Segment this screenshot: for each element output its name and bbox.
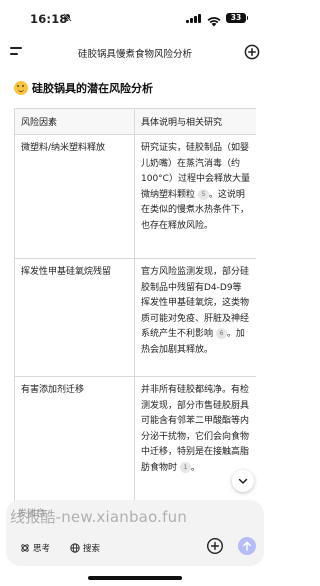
table-row: 有害添加剂迁移 并非所有硅胶都纯净。有检测发现，部分市售硅胶厨具可能含有邻苯二甲…	[14, 376, 256, 507]
wifi-icon	[207, 12, 221, 27]
arrow-up-icon	[243, 541, 251, 551]
risk-table-container[interactable]: 风险因素 具体说明与相关研究 微塑料/纳米塑料释放 研究证实，硅胶制品（如婴儿奶…	[14, 108, 256, 508]
risk-factor-cell: 有害添加剂迁移	[14, 376, 135, 507]
section-heading: 硅胶锅具的潜在风险分析	[14, 80, 153, 96]
message-composer: 发消息 思考 搜索	[6, 500, 264, 566]
message-input[interactable]: 发消息	[18, 506, 45, 519]
add-attachment-button[interactable]	[206, 537, 224, 555]
section-heading-text: 硅胶锅具的潜在风险分析	[32, 82, 153, 95]
risk-detail-cell: 研究证实，硅胶制品（如婴儿奶嘴）在蒸汽消毒（约100°C）过程中会释放大量微纳塑…	[134, 134, 256, 259]
table-row: 挥发性甲基硅氧烷残留 官方风险监测发现，部分硅胶制品中残留有D4-D9等挥发性甲…	[14, 258, 256, 377]
thinking-face-icon	[14, 81, 28, 95]
citation-badge[interactable]: 5	[197, 188, 209, 200]
think-toggle-button[interactable]: 思考	[20, 538, 50, 558]
table-header-row: 风险因素 具体说明与相关研究	[14, 108, 256, 135]
citation-badge[interactable]: 6	[215, 328, 227, 339]
risk-detail-text: 并非所有硅胶都纯净。有检测发现，部分市售硅胶厨具可能含有邻苯二甲酸酯等内分泌干扰…	[141, 385, 250, 473]
risk-detail-cell: 官方风险监测发现，部分硅胶制品中残留有D4-D9等挥发性甲基硅氧烷，这类物质可能…	[134, 258, 256, 377]
table-header-cell: 风险因素	[14, 108, 135, 135]
new-chat-icon[interactable]	[244, 44, 260, 60]
menu-icon[interactable]	[10, 46, 22, 56]
conversation-title[interactable]: 硅胶锅具慢煮食物风险分析	[40, 46, 230, 60]
citation-badge[interactable]: 1	[179, 461, 191, 473]
chevron-down-icon	[238, 478, 248, 484]
plus-circle-icon	[206, 537, 224, 555]
status-time: 16:18	[30, 12, 68, 26]
home-indicator	[88, 576, 182, 580]
risk-factor-cell: 挥发性甲基硅氧烷残留	[14, 258, 135, 377]
status-bar: 16:18 33	[0, 0, 270, 34]
chat-header: 硅胶锅具慢煮食物风险分析	[0, 38, 270, 68]
table-header-cell: 具体说明与相关研究	[134, 108, 256, 135]
risk-detail-text: 。	[190, 462, 200, 473]
atom-icon	[21, 544, 29, 552]
battery-indicator: 33	[226, 13, 248, 23]
send-button[interactable]	[238, 537, 256, 555]
globe-icon	[70, 543, 80, 553]
risk-factor-cell: 微塑料/纳米塑料释放	[14, 134, 135, 259]
think-label: 思考	[33, 544, 51, 554]
table-row: 微塑料/纳米塑料释放 研究证实，硅胶制品（如婴儿奶嘴）在蒸汽消毒（约100°C）…	[14, 134, 256, 259]
risk-table: 风险因素 具体说明与相关研究 微塑料/纳米塑料释放 研究证实，硅胶制品（如婴儿奶…	[14, 108, 256, 507]
search-label: 搜索	[83, 544, 101, 554]
search-toggle-button[interactable]: 搜索	[70, 538, 100, 558]
scroll-to-bottom-button[interactable]	[232, 470, 254, 492]
cellular-signal-icon	[186, 14, 202, 23]
bell-slash-icon	[63, 13, 72, 25]
